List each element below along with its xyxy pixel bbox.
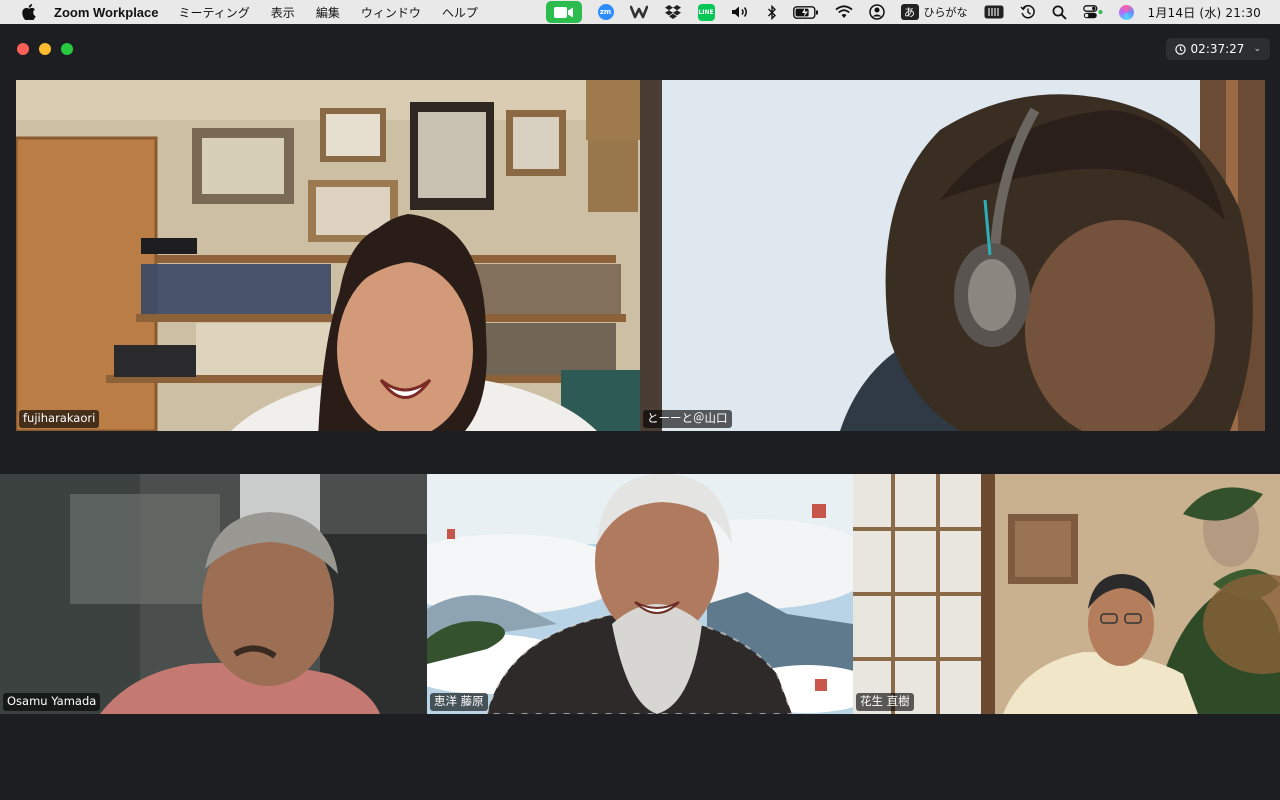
zoom-meeting-window: 02:37:27 ⌄ fujiharakaori とーーと＠山口 Osamu Y… bbox=[0, 24, 1280, 800]
wifi-icon bbox=[834, 5, 853, 18]
menu-window[interactable]: ウィンドウ bbox=[361, 4, 421, 21]
participant-name-label: とーーと＠山口 bbox=[643, 410, 732, 428]
window-minimize-button[interactable] bbox=[39, 43, 51, 55]
meeting-elapsed-time: 02:37:27 bbox=[1190, 42, 1245, 56]
battery-icon bbox=[792, 5, 818, 19]
keyboard-tray[interactable] bbox=[984, 0, 1004, 24]
participant-video-tile[interactable]: Osamu Yamada bbox=[0, 474, 427, 714]
zoom-tray[interactable]: zm bbox=[597, 0, 614, 24]
participant-video-tile[interactable]: fujiharakaori bbox=[16, 80, 640, 431]
zoom-icon: zm bbox=[597, 4, 614, 20]
participant-video-feed bbox=[640, 80, 1265, 431]
menu-meeting[interactable]: ミーティング bbox=[179, 4, 250, 21]
user-icon bbox=[868, 4, 885, 20]
dropbox-tray[interactable] bbox=[664, 0, 682, 24]
input-method-label: ひらがな bbox=[923, 6, 968, 19]
window-close-button[interactable] bbox=[17, 43, 29, 55]
participant-video-feed bbox=[427, 474, 853, 714]
participant-video-tile[interactable]: 花生 直樹 bbox=[853, 474, 1280, 714]
spotlight-tray[interactable] bbox=[1052, 0, 1067, 24]
volume-tray[interactable] bbox=[731, 0, 751, 24]
bluetooth-tray[interactable] bbox=[767, 0, 777, 24]
spotlight-icon bbox=[1052, 5, 1067, 20]
participant-name-label: fujiharakaori bbox=[19, 410, 100, 428]
app-name-menu[interactable]: Zoom Workplace bbox=[54, 5, 159, 20]
user-tray[interactable] bbox=[868, 0, 885, 24]
meeting-timer[interactable]: 02:37:27 ⌄ bbox=[1165, 38, 1270, 60]
zoom-video-icon bbox=[545, 1, 582, 23]
zoom-video-tray[interactable] bbox=[545, 0, 582, 24]
menubar-clock[interactable]: 1月14日 (水) 21:30 bbox=[1148, 4, 1261, 21]
participant-video-feed bbox=[0, 474, 427, 714]
battery-tray[interactable] bbox=[792, 0, 819, 24]
participant-video-feed bbox=[16, 80, 640, 431]
chevron-down-icon: ⌄ bbox=[1253, 44, 1261, 54]
participant-name-label: Osamu Yamada bbox=[3, 693, 101, 711]
apple-menu-icon[interactable] bbox=[18, 4, 40, 20]
participant-name-label: 恵洋 藤原 bbox=[430, 693, 488, 711]
keyboard-icon bbox=[984, 5, 1004, 19]
window-fullscreen-button[interactable] bbox=[61, 43, 73, 55]
webex-tray[interactable] bbox=[629, 0, 648, 24]
input-method-tray[interactable]: あ ひらがな bbox=[900, 0, 968, 24]
menu-edit[interactable]: 編集 bbox=[316, 4, 340, 21]
webex-icon bbox=[629, 5, 648, 19]
participant-video-feed bbox=[853, 474, 1280, 714]
bluetooth-icon bbox=[767, 4, 776, 20]
menu-help[interactable]: ヘルプ bbox=[442, 4, 478, 21]
menu-view[interactable]: 表示 bbox=[271, 4, 295, 21]
clock-icon bbox=[1174, 43, 1186, 55]
dropbox-icon bbox=[664, 5, 681, 19]
volume-icon bbox=[731, 6, 747, 18]
participant-name-label: 花生 直樹 bbox=[856, 693, 914, 711]
participant-video-tile[interactable]: 恵洋 藤原 bbox=[427, 474, 853, 714]
wifi-tray[interactable] bbox=[834, 0, 853, 24]
siri-icon bbox=[1118, 4, 1134, 20]
control-center-tray[interactable] bbox=[1082, 0, 1103, 24]
participant-video-tile[interactable]: とーーと＠山口 bbox=[640, 80, 1265, 431]
time-machine-icon bbox=[1020, 4, 1035, 19]
time-machine-tray[interactable] bbox=[1020, 0, 1036, 24]
input-method-icon: あ bbox=[900, 4, 919, 20]
line-icon: LINE bbox=[697, 3, 715, 21]
macos-menu-bar: Zoom Workplace ミーティング 表示 編集 ウィンドウ ヘルプ zm… bbox=[0, 0, 1280, 24]
line-tray[interactable]: LINE bbox=[697, 0, 715, 24]
siri-tray[interactable] bbox=[1118, 0, 1134, 24]
control-center-icon bbox=[1082, 5, 1103, 19]
